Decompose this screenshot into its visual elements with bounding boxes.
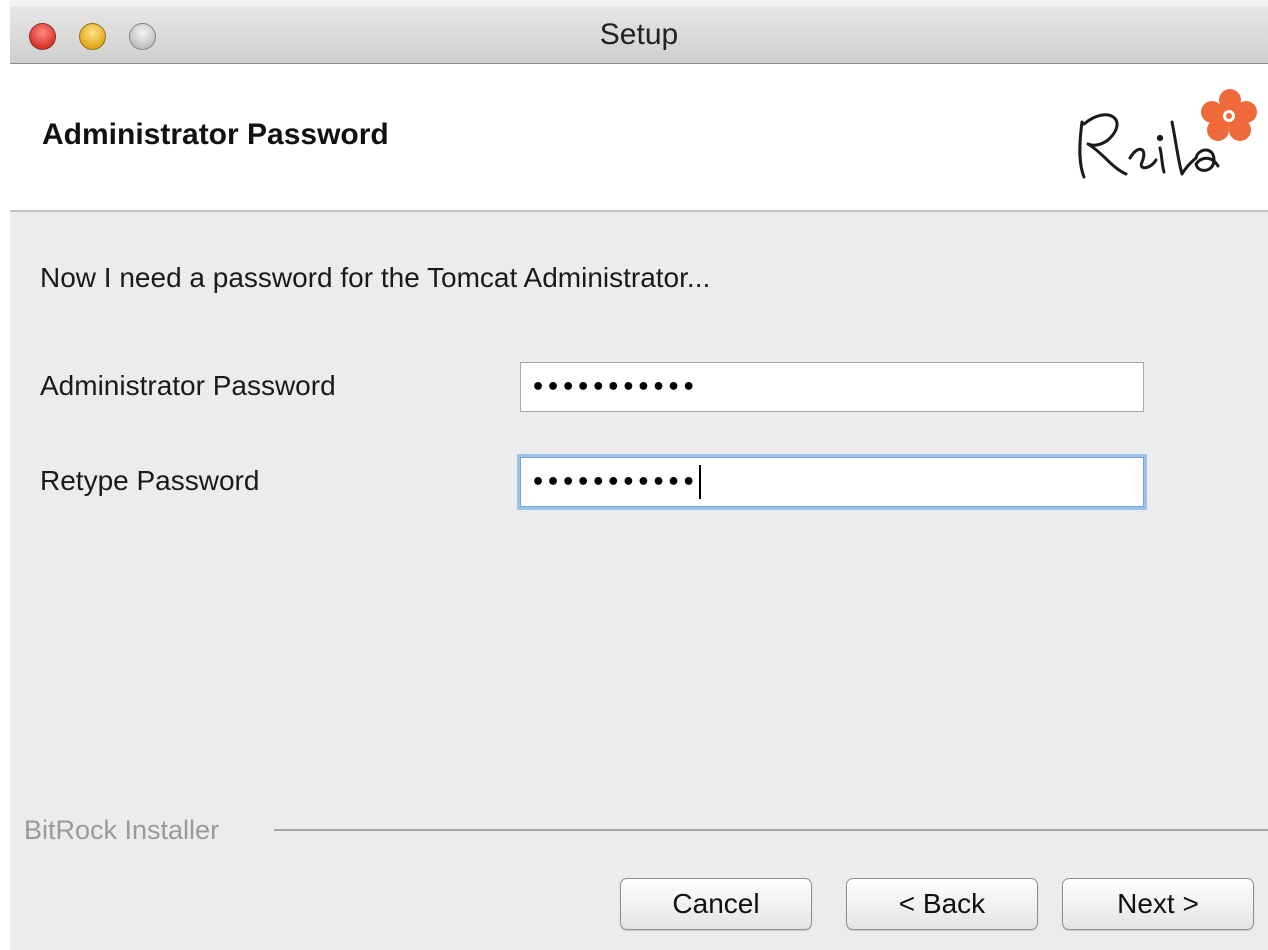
admin-password-label: Administrator Password: [40, 370, 336, 401]
window-title: Setup: [599, 18, 679, 51]
text-caret: [698, 465, 701, 499]
setup-window: Setup Administrator Password Now I need …: [10, 0, 1268, 950]
admin-password-field[interactable]: •••••••••••: [520, 362, 1144, 412]
railo-logo: [1078, 89, 1257, 179]
next-button[interactable]: Next >: [1062, 878, 1254, 930]
retype-password-field[interactable]: •••••••••••: [520, 457, 1144, 507]
header-panel: Administrator Password: [10, 64, 1268, 212]
footer-divider: [274, 829, 1268, 831]
title-bar-strip: [10, 0, 1268, 6]
intro-text: Now I need a password for the Tomcat Adm…: [40, 262, 711, 293]
installer-label: BitRock Installer: [24, 815, 230, 846]
page-title: Administrator Password: [42, 118, 389, 151]
title-bar[interactable]: Setup: [10, 0, 1268, 64]
cancel-button[interactable]: Cancel: [620, 878, 812, 930]
retype-password-label: Retype Password: [40, 465, 260, 496]
admin-password-value: •••••••••••: [531, 374, 697, 400]
back-button[interactable]: < Back: [846, 878, 1038, 930]
retype-password-value: •••••••••••: [531, 469, 697, 495]
